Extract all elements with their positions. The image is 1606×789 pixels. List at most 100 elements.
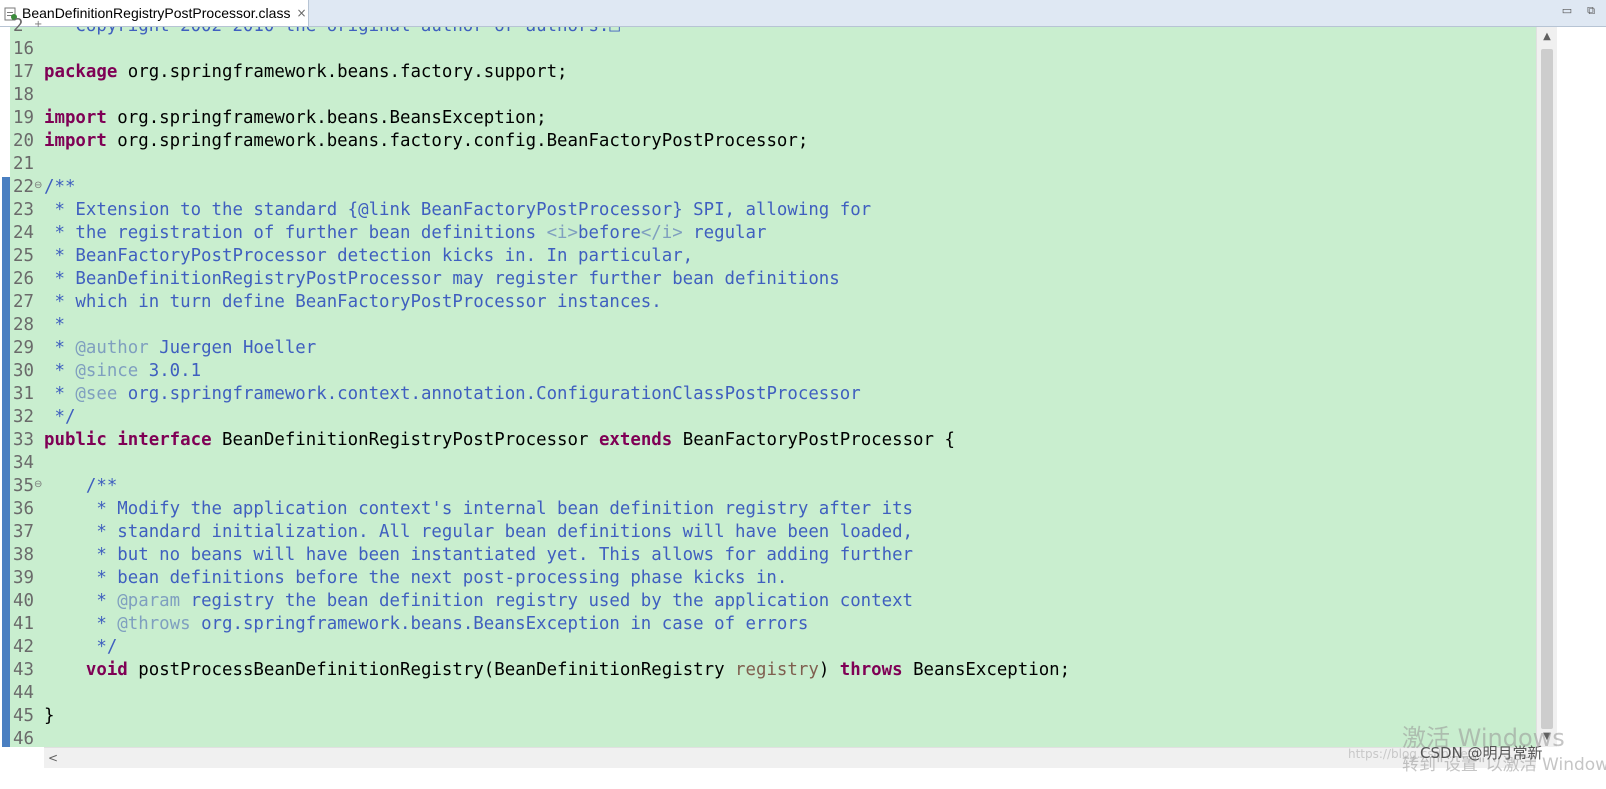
code-line[interactable]: * Copyright 2002-2010 the original autho… [44,27,619,38]
code-line[interactable]: import org.springframework.beans.BeansEx… [44,107,547,130]
code-line[interactable]: public interface BeanDefinitionRegistryP… [44,429,955,452]
line-number: 34 [13,453,34,473]
code-area[interactable]: * Copyright 2002-2010 the original autho… [44,27,1536,747]
code-line[interactable]: * @since 3.0.1 [44,360,201,383]
code-token: * Extension to the standard {@link BeanF… [44,200,872,220]
code-token: @throws [117,614,191,634]
fold-toggle-icon[interactable]: ⊖ [34,479,42,490]
overview-ruler [0,27,10,747]
code-line[interactable]: * Extension to the standard {@link BeanF… [44,199,871,222]
code-line[interactable]: * BeanFactoryPostProcessor detection kic… [44,245,693,268]
line-number: 42 [13,637,34,657]
fold-toggle-icon[interactable]: ⊖ [34,180,42,191]
code-token: Juergen Hoeller [148,338,317,358]
line-number: 43 [13,660,34,680]
code-line[interactable]: } [44,705,54,728]
line-number: 21 [13,154,34,174]
code-token: @since [75,361,139,381]
line-number: 20 [13,131,34,151]
code-token: org.springframework.beans.factory.suppor… [117,62,568,82]
tab-title: BeanDefinitionRegistryPostProcessor.clas… [22,5,291,21]
code-token: interface [117,430,212,450]
code-line[interactable]: */ [44,636,117,659]
fold-toggle-icon[interactable]: + [34,19,42,30]
code-token: * standard initialization. All regular b… [44,522,914,542]
line-number: 26 [13,269,34,289]
restore-icon[interactable]: ⧉ [1584,4,1598,18]
line-number: 18 [13,85,34,105]
scroll-left-icon[interactable]: < [48,748,58,768]
code-token: /** [44,177,76,197]
code-token: org.springframework.context.annotation.C… [117,384,861,404]
code-token: @see [75,384,118,404]
code-line[interactable]: * @author Juergen Hoeller [44,337,316,360]
code-token: } [44,706,55,726]
code-token: * [44,591,118,611]
line-number: 36 [13,499,34,519]
line-number: 27 [13,292,34,312]
code-line[interactable]: * @see org.springframework.context.annot… [44,383,861,406]
code-token: BeanFactoryPostProcessor { [672,430,955,450]
change-marker [2,177,10,747]
code-line[interactable]: */ [44,406,75,429]
line-number: 29 [13,338,34,358]
line-number: 32 [13,407,34,427]
code-token: * BeanFactoryPostProcessor detection kic… [44,246,694,266]
line-number: 28 [13,315,34,335]
line-number: 16 [13,39,34,59]
code-token: * [44,338,76,358]
code-line[interactable]: * BeanDefinitionRegistryPostProcessor ma… [44,268,839,291]
code-line[interactable]: package org.springframework.beans.factor… [44,61,568,84]
line-number: 37 [13,522,34,542]
code-token: before [577,223,641,243]
code-token: @param [117,591,181,611]
code-line[interactable]: * which in turn define BeanFactoryPostPr… [44,291,661,314]
scroll-thumb[interactable] [1541,49,1553,729]
window-controls: ▭ ⧉ [1560,4,1598,18]
code-token: throws [839,660,903,680]
code-token: BeansException; [902,660,1071,680]
code-token: extends [598,430,673,450]
code-token: * Copyright 2002-2010 the original autho… [44,27,609,36]
code-token: * the registration of further bean defin… [44,223,547,243]
code-token: * bean definitions before the next post-… [44,568,788,588]
code-editor[interactable]: 2 +16 17 18 19 20 21 22 ⊖ 23 24 25 26 27 28 29 30 31 32 33 3… [0,16,1606,789]
code-line[interactable]: * but no beans will have been instantiat… [44,544,913,567]
line-number: 39 [13,568,34,588]
code-line[interactable]: * the registration of further bean defin… [44,222,766,245]
code-token: @author [75,338,149,358]
code-line[interactable]: import org.springframework.beans.factory… [44,130,808,153]
close-icon[interactable]: × [296,6,306,20]
code-token: org.springframework.beans.BeansException… [190,614,809,634]
vertical-scrollbar[interactable]: ▲ ▼ [1536,27,1557,747]
code-token: registry [735,660,819,680]
line-number-gutter: 2 +16 17 18 19 20 21 22 ⊖ 23 24 25 26 27 28 29 30 31 32 33 3… [10,16,44,749]
code-line[interactable]: * @param registry the bean definition re… [44,590,913,613]
line-number: 17 [13,62,34,82]
code-line[interactable]: * @throws org.springframework.beans.Bean… [44,613,808,636]
code-token: □ [609,27,619,36]
line-number: 33 [13,430,34,450]
code-line[interactable]: * bean definitions before the next post-… [44,567,787,590]
line-number: 45 [13,706,34,726]
code-token: * [44,315,65,335]
horizontal-scrollbar[interactable]: < [44,747,1536,768]
code-line[interactable]: /** [44,475,117,498]
code-line[interactable]: void postProcessBeanDefinitionRegistry(B… [44,659,1070,682]
line-number: 23 [13,200,34,220]
editor-tab[interactable]: BeanDefinitionRegistryPostProcessor.clas… [0,0,309,26]
minimize-icon[interactable]: ▭ [1560,4,1574,18]
code-token: * but no beans will have been instantiat… [44,545,914,565]
code-line[interactable]: /** [44,176,75,199]
code-line[interactable]: * standard initialization. All regular b… [44,521,913,544]
code-token: postProcessBeanDefinitionRegistry(BeanDe… [127,660,736,680]
scroll-up-icon[interactable]: ▲ [1537,27,1557,47]
code-line[interactable]: * Modify the application context's inter… [44,498,913,521]
code-token: public [44,430,107,450]
code-token: */ [44,407,76,427]
code-line[interactable]: * [44,314,65,337]
code-token: /** [44,476,118,496]
code-token: <i> [546,223,578,243]
